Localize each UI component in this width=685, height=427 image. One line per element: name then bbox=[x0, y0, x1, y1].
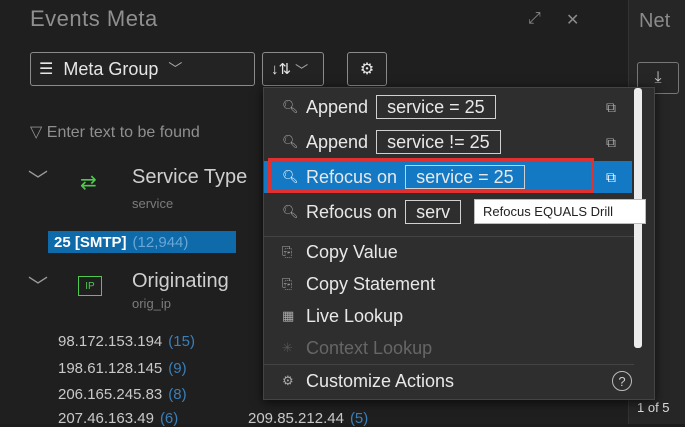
tag-label: 25 [SMTP] bbox=[54, 233, 127, 251]
selected-value-tag[interactable]: 25 [SMTP] (12,944) bbox=[48, 231, 236, 253]
value-item[interactable]: 198.61.128.145 (9) bbox=[58, 360, 187, 377]
ip-icon: IP bbox=[78, 276, 102, 296]
external-link-icon[interactable]: ⧉ bbox=[606, 134, 616, 151]
value-item[interactable]: 98.172.153.194 (15) bbox=[58, 333, 195, 350]
value-item[interactable]: 209.85.212.44 (5) bbox=[248, 410, 368, 427]
search-icon: 🔍︎ bbox=[282, 204, 299, 219]
menu-item-copy-value[interactable]: ⎘ Copy Value bbox=[264, 236, 632, 268]
group-sub-service: service bbox=[132, 196, 174, 211]
external-link-icon[interactable]: ⧉ bbox=[606, 99, 616, 116]
menu-item-live-lookup[interactable]: ▦ Live Lookup bbox=[264, 300, 632, 332]
group-title-service-type[interactable]: Service Type bbox=[132, 166, 247, 189]
gear-icon: ⚙ bbox=[282, 373, 294, 388]
search-icon: 🔍︎ bbox=[282, 134, 299, 149]
tag-count: (12,944) bbox=[132, 233, 189, 251]
menu-item-copy-statement[interactable]: ⎘ Copy Statement bbox=[264, 268, 632, 300]
group-title-originating[interactable]: Originating bbox=[132, 270, 229, 293]
help-icon[interactable]: ? bbox=[612, 371, 632, 391]
panel-title: Events Meta bbox=[30, 6, 158, 31]
tooltip: Refocus EQUALS Drill bbox=[474, 199, 646, 224]
meta-group-dropdown[interactable]: ☰ Meta Group ﹀ bbox=[30, 52, 255, 86]
gear-icon: ⚙ bbox=[359, 61, 375, 78]
right-panel-title: Net bbox=[639, 10, 671, 32]
sort-dropdown[interactable]: ↓⇅ ﹀ bbox=[262, 52, 324, 86]
list-icon: ☰ bbox=[39, 61, 54, 78]
download-icon: ⤓ bbox=[654, 69, 662, 86]
copy-icon: ⎘ bbox=[282, 244, 293, 259]
value-item[interactable]: 207.46.163.49 (6) bbox=[58, 410, 178, 427]
menu-item-append-not-equals[interactable]: 🔍︎ Append service != 25 ⧉ bbox=[264, 126, 632, 158]
chevron-down-icon[interactable]: ﹀ bbox=[28, 270, 48, 299]
chevron-down-icon: ﹀ bbox=[168, 61, 183, 77]
menu-item-append-equals[interactable]: 🔍︎ Append service = 25 ⧉ bbox=[264, 91, 632, 123]
settings-button[interactable]: ⚙ bbox=[347, 52, 387, 86]
chevron-down-icon[interactable]: ﹀ bbox=[28, 164, 48, 193]
service-type-icon: ⇄ bbox=[80, 172, 97, 194]
menu-item-context-lookup: ✳ Context Lookup bbox=[282, 337, 433, 358]
close-icon[interactable]: ✕ bbox=[566, 10, 579, 30]
search-icon: 🔍︎ bbox=[282, 99, 299, 114]
filter-icon: ▽ bbox=[30, 124, 43, 141]
sort-icon: ↓⇅ bbox=[271, 61, 292, 78]
group-sub-orig-ip: orig_ip bbox=[132, 296, 172, 311]
filter-placeholder: Enter text to be found bbox=[46, 124, 200, 141]
menu-item-customize-actions[interactable]: ⚙ Customize Actions bbox=[264, 365, 654, 397]
external-link-icon[interactable]: ⧉ bbox=[606, 169, 616, 186]
context-lookup-icon: ✳ bbox=[282, 340, 293, 355]
context-menu: 🔍︎ Append service = 25 ⧉ 🔍︎ Append servi… bbox=[263, 87, 655, 400]
pager: 1 of 5 bbox=[637, 400, 670, 415]
chevron-down-icon: ﹀ bbox=[295, 62, 309, 78]
value-item[interactable]: 206.165.245.83 (8) bbox=[58, 386, 187, 403]
expand-icon[interactable]: ⤢ bbox=[528, 10, 541, 28]
copy-icon: ⎘ bbox=[282, 276, 293, 291]
live-lookup-icon: ▦ bbox=[282, 308, 295, 323]
filter-input[interactable]: ▽ Enter text to be found bbox=[30, 122, 200, 142]
meta-group-label: Meta Group bbox=[63, 58, 159, 79]
highlight-box bbox=[268, 158, 594, 193]
